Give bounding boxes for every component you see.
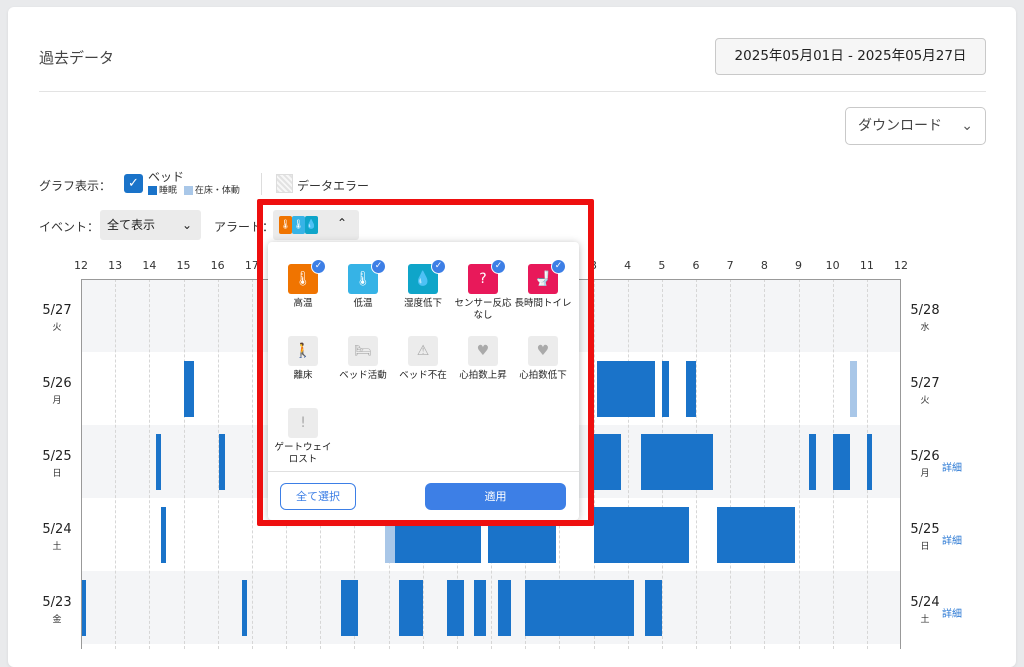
row-date-label: 5/27: [42, 303, 72, 318]
sleep-bar[interactable]: [596, 361, 655, 417]
page-title: 過去データ: [39, 49, 115, 67]
sleep-legend-swatch: [148, 186, 157, 195]
chevron-down-icon: ⌄: [181, 218, 192, 232]
x-tick-label: 4: [624, 259, 632, 272]
grid-line: [251, 279, 253, 649]
grid-line: [149, 279, 151, 649]
row-date-label: 5/26: [42, 376, 72, 391]
row-day-label: 日: [52, 469, 62, 479]
x-tick-label: 14: [142, 259, 157, 272]
sleep-bar[interactable]: [593, 434, 621, 490]
chart-right-axis: [900, 279, 901, 649]
sleep-bar[interactable]: [661, 361, 669, 417]
grid-line: [730, 279, 732, 649]
sleep-bar[interactable]: [593, 507, 690, 563]
graph-display-label: グラフ表示：: [39, 179, 112, 193]
row-next-date-label: 5/26: [910, 449, 940, 464]
inbed-bar[interactable]: [849, 361, 857, 417]
date-range-picker[interactable]: 2025年05月01日 - 2025年05月27日: [715, 38, 986, 75]
detail-link[interactable]: 詳細: [942, 532, 962, 547]
row-next-date-label: 5/28: [910, 303, 940, 318]
x-tick-label: 16: [210, 259, 225, 272]
sleep-bar[interactable]: [219, 434, 225, 490]
grid-line: [764, 279, 766, 649]
grid-line: [183, 279, 185, 649]
annotation-highlight-box: [257, 199, 594, 526]
sleep-bar[interactable]: [685, 361, 696, 417]
header-divider: [39, 91, 986, 92]
event-label: イベント：: [39, 220, 100, 234]
row-next-date-label: 5/25: [910, 522, 940, 537]
sleep-bar[interactable]: [241, 580, 247, 636]
detail-link[interactable]: 詳細: [942, 605, 962, 620]
sleep-bar[interactable]: [473, 580, 486, 636]
data-error-label: データエラー: [297, 179, 370, 193]
x-tick-label: 6: [692, 259, 700, 272]
row-next-date-label: 5/24: [910, 595, 940, 610]
row-next-day-label: 月: [920, 469, 930, 479]
event-select-value: 全て表示: [107, 218, 156, 232]
x-tick-label: 15: [176, 259, 191, 272]
sleep-bar[interactable]: [161, 507, 167, 563]
row-day-label: 金: [52, 615, 62, 625]
x-tick-label: 5: [658, 259, 666, 272]
sleep-bar[interactable]: [497, 580, 512, 636]
sleep-bar[interactable]: [446, 580, 464, 636]
sleep-bar[interactable]: [808, 434, 816, 490]
sleep-bar[interactable]: [641, 434, 714, 490]
detail-link[interactable]: 詳細: [942, 459, 962, 474]
sleep-bar[interactable]: [156, 434, 162, 490]
inbed-legend-swatch: [183, 186, 193, 195]
x-tick-label: 11: [859, 259, 874, 272]
download-label: ダウンロード: [858, 118, 942, 134]
row-next-day-label: 水: [920, 323, 930, 333]
download-dropdown[interactable]: ダウンロード ⌄: [845, 107, 986, 145]
row-date-label: 5/25: [42, 449, 72, 464]
chevron-down-icon: ⌄: [961, 118, 973, 134]
inbed-legend-label: 在床・体動: [194, 186, 240, 196]
x-tick-label: 12: [74, 259, 88, 272]
x-tick-label: 12: [894, 259, 908, 272]
row-day-label: 火: [52, 323, 62, 333]
row-day-label: 土: [52, 542, 62, 552]
filter-separator: [261, 173, 262, 195]
bed-checkbox[interactable]: ✓: [124, 174, 143, 193]
grid-line: [798, 279, 800, 649]
row-next-date-label: 5/27: [910, 376, 940, 391]
x-tick-label: 13: [108, 259, 123, 272]
x-tick-label: 9: [795, 259, 802, 272]
row-next-day-label: 火: [920, 396, 930, 406]
row-date-label: 5/24: [42, 522, 72, 537]
event-select[interactable]: 全て表示 ⌄: [100, 210, 201, 240]
sleep-bar[interactable]: [866, 434, 872, 490]
row-next-day-label: 日: [920, 542, 930, 552]
sleep-bar[interactable]: [644, 580, 662, 636]
sleep-bar[interactable]: [525, 580, 635, 636]
row-day-label: 月: [52, 396, 62, 406]
x-tick-label: 10: [825, 259, 840, 272]
sleep-legend-label: 睡眠: [159, 186, 178, 196]
grid-line: [115, 279, 117, 649]
bed-legend: 睡眠 在床・体動: [148, 183, 240, 196]
sleep-bar[interactable]: [398, 580, 423, 636]
sleep-bar[interactable]: [183, 361, 194, 417]
x-tick-label: 7: [726, 259, 734, 272]
sleep-bar[interactable]: [832, 434, 850, 490]
sleep-bar[interactable]: [340, 580, 358, 636]
row-next-day-label: 土: [920, 615, 930, 625]
row-date-label: 5/23: [42, 595, 72, 610]
chart-left-axis: [81, 279, 82, 649]
x-tick-label: 8: [760, 259, 768, 272]
data-error-swatch: [276, 174, 293, 193]
sleep-bar[interactable]: [716, 507, 796, 563]
